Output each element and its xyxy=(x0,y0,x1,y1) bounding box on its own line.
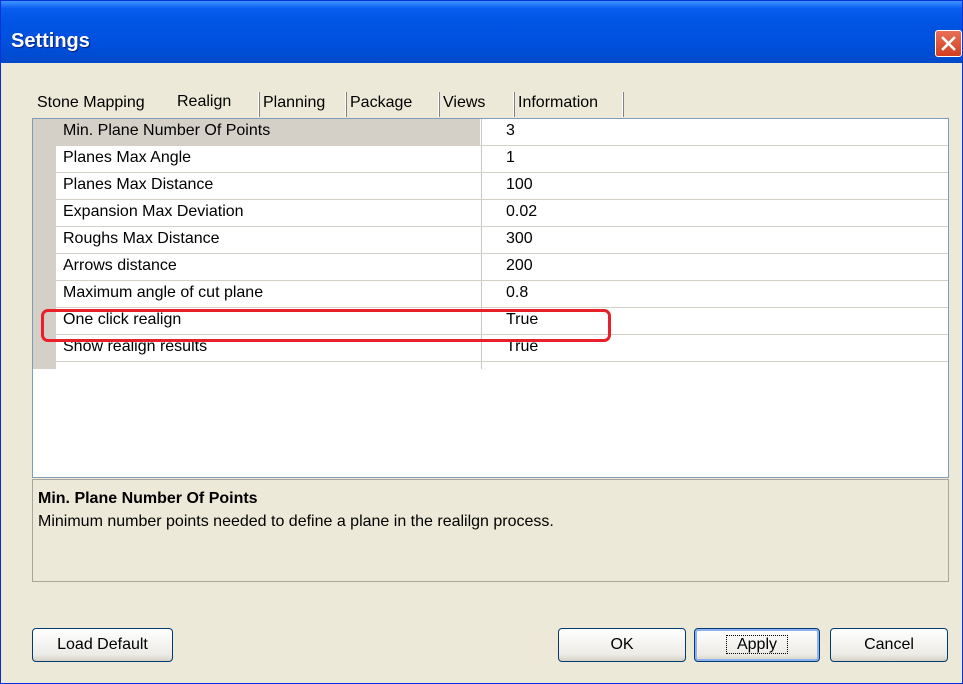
property-value[interactable]: 100 xyxy=(506,176,533,194)
property-name: One click realign xyxy=(63,311,182,328)
close-icon xyxy=(941,36,956,51)
property-row[interactable]: Planes Max Angle 1 xyxy=(56,146,948,173)
settings-window: Settings Stone Mapping Realign Planning … xyxy=(0,0,963,684)
ok-button[interactable]: OK xyxy=(558,628,686,662)
tab-strip: Stone Mapping Realign Planning Package V… xyxy=(32,89,632,119)
property-grid: Min. Plane Number Of Points 3 Planes Max… xyxy=(32,118,949,478)
tab-stone-mapping[interactable]: Stone Mapping xyxy=(32,89,145,119)
property-value[interactable]: 200 xyxy=(506,257,533,275)
property-row[interactable]: Planes Max Distance 100 xyxy=(56,173,948,200)
property-value[interactable]: True xyxy=(506,338,538,356)
close-button[interactable] xyxy=(935,30,962,57)
property-name: Maximum angle of cut plane xyxy=(63,284,264,301)
property-name: Expansion Max Deviation xyxy=(63,203,244,220)
property-value[interactable]: True xyxy=(506,311,538,329)
tab-divider xyxy=(622,92,624,117)
property-row[interactable]: Maximum angle of cut plane 0.8 xyxy=(56,281,948,308)
apply-button[interactable]: Apply xyxy=(694,628,820,662)
tab-information[interactable]: Information xyxy=(513,89,598,119)
description-title: Min. Plane Number Of Points xyxy=(38,490,258,507)
description-text: Minimum number points needed to define a… xyxy=(38,513,554,530)
grid-margin xyxy=(33,119,56,369)
property-name: Min. Plane Number Of Points xyxy=(63,122,271,139)
apply-button-label: Apply xyxy=(725,635,789,654)
property-value[interactable]: 300 xyxy=(506,230,533,248)
property-name: Planes Max Distance xyxy=(63,176,214,193)
property-row[interactable]: Expansion Max Deviation 0.02 xyxy=(56,200,948,227)
window-title: Settings xyxy=(11,30,90,52)
description-panel: Min. Plane Number Of Points Minimum numb… xyxy=(32,479,949,582)
cancel-button[interactable]: Cancel xyxy=(830,628,948,662)
tab-package[interactable]: Package xyxy=(345,89,412,119)
tab-planning[interactable]: Planning xyxy=(258,89,325,119)
property-value[interactable]: 1 xyxy=(506,149,515,167)
property-row[interactable]: Show realign results True xyxy=(56,335,948,362)
property-name: Show realign results xyxy=(63,338,208,355)
property-name: Planes Max Angle xyxy=(63,149,192,166)
property-value[interactable]: 0.8 xyxy=(506,284,528,302)
property-row[interactable]: Arrows distance 200 xyxy=(56,254,948,281)
load-default-button[interactable]: Load Default xyxy=(32,628,173,662)
title-bar[interactable]: Settings xyxy=(1,1,962,63)
tab-views[interactable]: Views xyxy=(438,89,485,119)
property-name: Arrows distance xyxy=(63,257,177,274)
property-row[interactable]: Min. Plane Number Of Points 3 xyxy=(56,119,948,146)
property-value[interactable]: 3 xyxy=(506,122,515,140)
property-value[interactable]: 0.02 xyxy=(506,203,537,221)
property-row[interactable]: Roughs Max Distance 300 xyxy=(56,227,948,254)
property-row[interactable]: One click realign True xyxy=(56,308,948,335)
property-name: Roughs Max Distance xyxy=(63,230,220,247)
tab-realign[interactable]: Realign xyxy=(172,88,231,118)
